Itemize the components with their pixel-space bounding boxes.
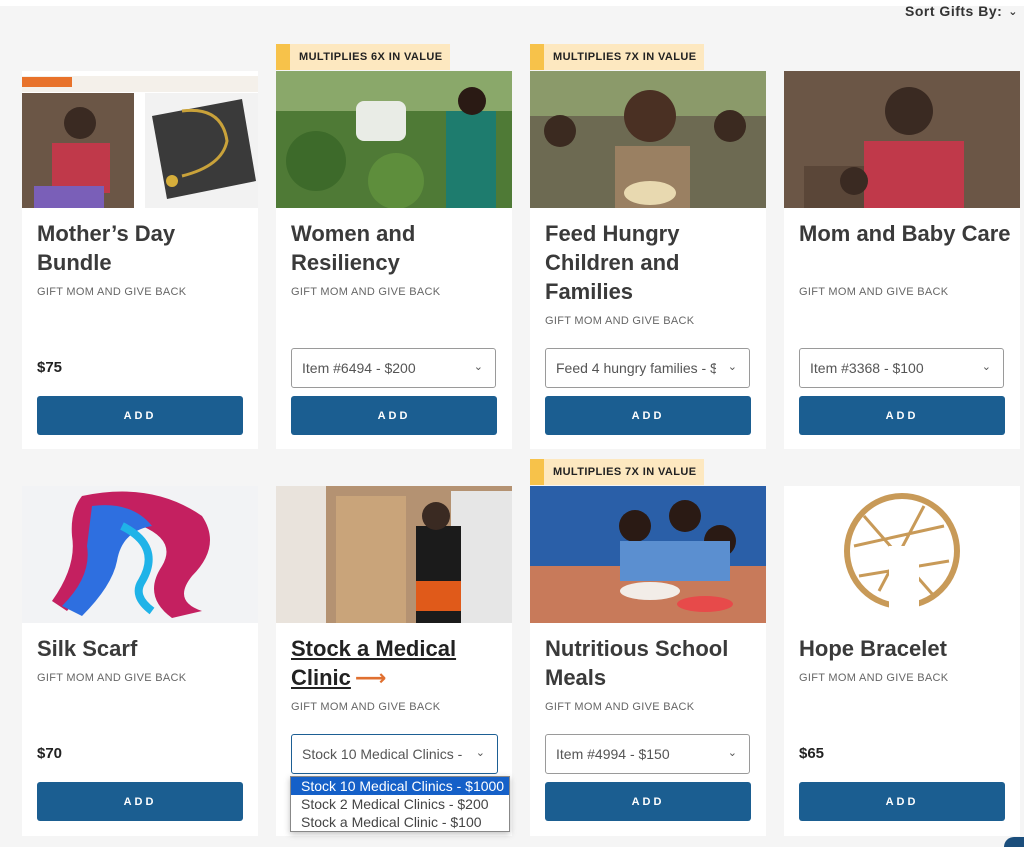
multiplier-badge: MULTIPLIES 7X IN VALUE bbox=[530, 459, 705, 485]
product-image[interactable] bbox=[530, 486, 766, 623]
silk-scarf-image bbox=[22, 486, 258, 623]
dropdown-option[interactable]: Stock 10 Medical Clinics - $1000 bbox=[291, 777, 509, 795]
chevron-down-icon: ⌄ bbox=[1008, 5, 1018, 18]
hope-bracelet-image bbox=[784, 486, 1020, 623]
add-button[interactable]: ADD bbox=[545, 782, 751, 821]
gift-card: Hope Bracelet GIFT MOM AND GIVE BACK $65… bbox=[784, 486, 1020, 836]
chevron-down-icon: ⌄ bbox=[727, 361, 737, 373]
sort-dropdown[interactable]: Sort Gifts By: ⌄ bbox=[905, 3, 1018, 19]
product-price: $65 bbox=[799, 745, 825, 762]
gift-option-select[interactable]: Item #3368 - $100 ⌄ bbox=[799, 348, 1004, 388]
mothers-day-bundle-image bbox=[22, 71, 258, 208]
chevron-down-icon: ⌄ bbox=[981, 361, 991, 373]
product-image[interactable] bbox=[784, 486, 1020, 623]
dropdown-option[interactable]: Stock a Medical Clinic - $100 bbox=[291, 813, 509, 831]
add-button[interactable]: ADD bbox=[291, 396, 497, 435]
product-subtitle: GIFT MOM AND GIVE BACK bbox=[291, 286, 441, 298]
gift-card: Nutritious School Meals GIFT MOM AND GIV… bbox=[530, 486, 766, 836]
chevron-down-icon: ⌄ bbox=[727, 747, 737, 759]
gift-card: Feed Hungry Children and Families GIFT M… bbox=[530, 71, 766, 449]
product-image[interactable] bbox=[530, 71, 766, 208]
product-subtitle: GIFT MOM AND GIVE BACK bbox=[545, 315, 695, 327]
gift-option-select[interactable]: Item #6494 - $200 ⌄ bbox=[291, 348, 496, 388]
gift-option-select[interactable]: Item #4994 - $150 ⌄ bbox=[545, 734, 750, 774]
product-subtitle: GIFT MOM AND GIVE BACK bbox=[37, 672, 187, 684]
product-image[interactable] bbox=[276, 486, 512, 623]
add-button[interactable]: ADD bbox=[799, 782, 1005, 821]
product-subtitle: GIFT MOM AND GIVE BACK bbox=[799, 672, 949, 684]
women-resiliency-image bbox=[276, 71, 512, 208]
product-title[interactable]: Feed Hungry Children and Families bbox=[545, 219, 760, 306]
gift-card: Mom and Baby Care GIFT MOM AND GIVE BACK… bbox=[784, 71, 1020, 449]
product-price: $75 bbox=[37, 359, 63, 376]
multiplier-badge: MULTIPLIES 6X IN VALUE bbox=[276, 44, 451, 70]
product-title[interactable]: Hope Bracelet bbox=[799, 634, 1014, 663]
product-image[interactable] bbox=[276, 71, 512, 208]
dropdown-option[interactable]: Stock 2 Medical Clinics - $200 bbox=[291, 795, 509, 813]
product-title[interactable]: Silk Scarf bbox=[37, 634, 252, 663]
medical-clinic-image bbox=[276, 486, 512, 623]
chevron-down-icon: ⌄ bbox=[475, 747, 485, 759]
add-button[interactable]: ADD bbox=[799, 396, 1005, 435]
gift-option-dropdown-list: Stock 10 Medical Clinics - $1000 Stock 2… bbox=[290, 776, 510, 832]
product-image[interactable] bbox=[784, 71, 1020, 208]
product-title[interactable]: Mom and Baby Care bbox=[799, 219, 1014, 248]
sort-label: Sort Gifts By: bbox=[905, 3, 1003, 19]
product-title-link[interactable]: Stock a Medical Clinic ⟶ bbox=[291, 634, 506, 692]
product-subtitle: GIFT MOM AND GIVE BACK bbox=[291, 701, 441, 713]
product-title[interactable]: Nutritious School Meals bbox=[545, 634, 760, 692]
product-price: $70 bbox=[37, 745, 63, 762]
product-title[interactable]: Mother’s Day Bundle bbox=[37, 219, 252, 277]
gift-option-select[interactable]: Stock 10 Medical Clinics - ⌄ bbox=[291, 734, 498, 774]
product-image[interactable] bbox=[22, 71, 258, 208]
gift-card: Mother’s Day Bundle GIFT MOM AND GIVE BA… bbox=[22, 71, 258, 449]
add-button[interactable]: ADD bbox=[545, 396, 751, 435]
arrow-right-icon: ⟶ bbox=[354, 665, 387, 690]
corner-widget[interactable] bbox=[1004, 837, 1024, 847]
add-button[interactable]: ADD bbox=[37, 396, 243, 435]
add-button[interactable]: ADD bbox=[37, 782, 243, 821]
product-image[interactable] bbox=[22, 486, 258, 623]
product-subtitle: GIFT MOM AND GIVE BACK bbox=[37, 286, 187, 298]
product-subtitle: GIFT MOM AND GIVE BACK bbox=[799, 286, 949, 298]
gift-option-select[interactable]: Feed 4 hungry families - $ ⌄ bbox=[545, 348, 750, 388]
feed-hungry-image bbox=[530, 71, 766, 208]
gift-card: Silk Scarf GIFT MOM AND GIVE BACK $70 AD… bbox=[22, 486, 258, 836]
product-subtitle: GIFT MOM AND GIVE BACK bbox=[545, 701, 695, 713]
top-bar bbox=[0, 0, 1024, 6]
chevron-down-icon: ⌄ bbox=[473, 361, 483, 373]
mom-baby-care-image bbox=[784, 71, 1020, 208]
product-title[interactable]: Women and Resiliency bbox=[291, 219, 506, 277]
school-meals-image bbox=[530, 486, 766, 623]
multiplier-badge: MULTIPLIES 7X IN VALUE bbox=[530, 44, 705, 70]
gift-card: Women and Resiliency GIFT MOM AND GIVE B… bbox=[276, 71, 512, 449]
